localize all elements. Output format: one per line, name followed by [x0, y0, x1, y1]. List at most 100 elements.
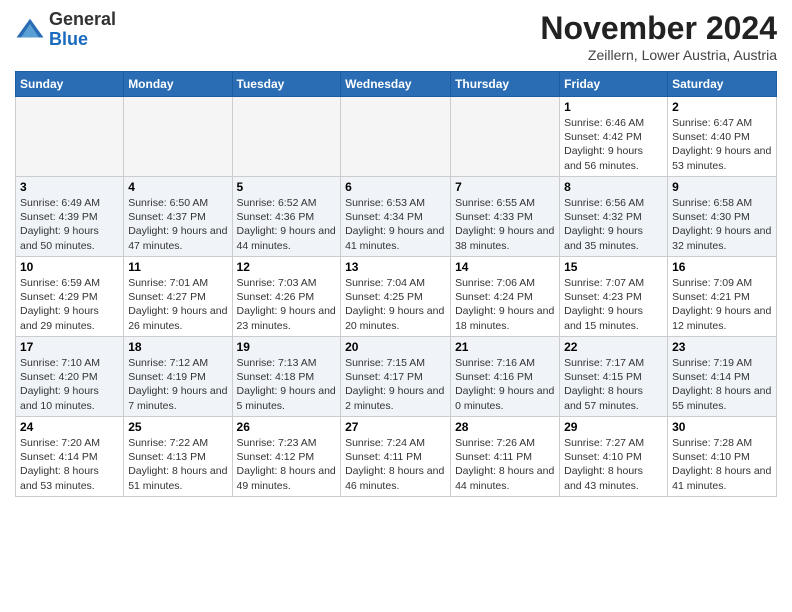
- day-number: 21: [455, 340, 555, 354]
- day-number: 12: [237, 260, 337, 274]
- col-sunday: Sunday: [16, 72, 124, 97]
- day-number: 27: [345, 420, 446, 434]
- calendar-cell: 15 Sunrise: 7:07 AM Sunset: 4:23 PM Dayli…: [560, 257, 668, 337]
- logo-icon: [15, 15, 45, 45]
- day-info: Sunrise: 7:26 AM Sunset: 4:11 PM Dayligh…: [455, 436, 555, 493]
- day-number: 22: [564, 340, 663, 354]
- day-number: 10: [20, 260, 119, 274]
- day-number: 19: [237, 340, 337, 354]
- calendar-cell: 4Sunrise: 6:50 AM Sunset: 4:37 PM Daylig…: [124, 177, 232, 257]
- calendar-cell: 14 Sunrise: 7:06 AM Sunset: 4:24 PM Dayli…: [451, 257, 560, 337]
- day-info: Sunrise: 6:55 AM Sunset: 4:33 PM Dayligh…: [455, 196, 555, 253]
- day-info: Sunrise: 6:58 AM Sunset: 4:30 PM Dayligh…: [672, 196, 772, 253]
- col-friday: Friday: [560, 72, 668, 97]
- calendar-header-row: Sunday Monday Tuesday Wednesday Thursday…: [16, 72, 777, 97]
- day-number: 18: [128, 340, 227, 354]
- day-number: 13: [345, 260, 446, 274]
- title-block: November 2024 Zeillern, Lower Austria, A…: [540, 10, 777, 63]
- calendar-cell: 24Sunrise: 7:20 AM Sunset: 4:14 PM Dayli…: [16, 417, 124, 497]
- day-number: 16: [672, 260, 772, 274]
- calendar-cell: 16 Sunrise: 7:09 AM Sunset: 4:21 PM Dayli…: [668, 257, 777, 337]
- calendar-cell: [16, 97, 124, 177]
- day-info: Sunrise: 7:03 AM Sunset: 4:26 PM Dayligh…: [237, 276, 337, 333]
- day-number: 7: [455, 180, 555, 194]
- day-info: Sunrise: 6:46 AM Sunset: 4:42 PM Dayligh…: [564, 116, 663, 173]
- month-title: November 2024: [540, 10, 777, 47]
- calendar-cell: 11 Sunrise: 7:01 AM Sunset: 4:27 PM Dayli…: [124, 257, 232, 337]
- day-info: Sunrise: 7:24 AM Sunset: 4:11 PM Dayligh…: [345, 436, 446, 493]
- day-info: Sunrise: 7:10 AM Sunset: 4:20 PM Dayligh…: [20, 356, 119, 413]
- day-info: Sunrise: 7:12 AM Sunset: 4:19 PM Dayligh…: [128, 356, 227, 413]
- day-info: Sunrise: 7:22 AM Sunset: 4:13 PM Dayligh…: [128, 436, 227, 493]
- day-info: Sunrise: 7:06 AM Sunset: 4:24 PM Dayligh…: [455, 276, 555, 333]
- week-row-5: 24Sunrise: 7:20 AM Sunset: 4:14 PM Dayli…: [16, 417, 777, 497]
- day-info: Sunrise: 7:19 AM Sunset: 4:14 PM Dayligh…: [672, 356, 772, 413]
- calendar-cell: 12 Sunrise: 7:03 AM Sunset: 4:26 PM Dayli…: [232, 257, 341, 337]
- day-info: Sunrise: 7:23 AM Sunset: 4:12 PM Dayligh…: [237, 436, 337, 493]
- day-info: Sunrise: 6:59 AM Sunset: 4:29 PM Dayligh…: [20, 276, 119, 333]
- day-number: 15: [564, 260, 663, 274]
- calendar-cell: 30Sunrise: 7:28 AM Sunset: 4:10 PM Dayli…: [668, 417, 777, 497]
- calendar-cell: 9Sunrise: 6:58 AM Sunset: 4:30 PM Daylig…: [668, 177, 777, 257]
- day-number: 30: [672, 420, 772, 434]
- calendar-cell: 17Sunrise: 7:10 AM Sunset: 4:20 PM Dayli…: [16, 337, 124, 417]
- calendar-cell: [451, 97, 560, 177]
- day-number: 26: [237, 420, 337, 434]
- day-info: Sunrise: 6:52 AM Sunset: 4:36 PM Dayligh…: [237, 196, 337, 253]
- logo: General Blue: [15, 10, 116, 50]
- calendar-cell: 19 Sunrise: 7:13 AM Sunset: 4:18 PM Dayli…: [232, 337, 341, 417]
- day-info: Sunrise: 6:56 AM Sunset: 4:32 PM Dayligh…: [564, 196, 663, 253]
- calendar-cell: 26 Sunrise: 7:23 AM Sunset: 4:12 PM Dayli…: [232, 417, 341, 497]
- week-row-2: 3 Sunrise: 6:49 AM Sunset: 4:39 PM Daylig…: [16, 177, 777, 257]
- day-number: 29: [564, 420, 663, 434]
- calendar-cell: 13 Sunrise: 7:04 AM Sunset: 4:25 PM Dayli…: [341, 257, 451, 337]
- logo-text: General Blue: [49, 10, 116, 50]
- calendar-cell: 27 Sunrise: 7:24 AM Sunset: 4:11 PM Dayli…: [341, 417, 451, 497]
- calendar-cell: 28Sunrise: 7:26 AM Sunset: 4:11 PM Dayli…: [451, 417, 560, 497]
- day-info: Sunrise: 6:53 AM Sunset: 4:34 PM Dayligh…: [345, 196, 446, 253]
- day-info: Sunrise: 7:04 AM Sunset: 4:25 PM Dayligh…: [345, 276, 446, 333]
- logo-general: General: [49, 9, 116, 29]
- calendar-cell: 22 Sunrise: 7:17 AM Sunset: 4:15 PM Dayli…: [560, 337, 668, 417]
- day-number: 14: [455, 260, 555, 274]
- day-info: Sunrise: 7:09 AM Sunset: 4:21 PM Dayligh…: [672, 276, 772, 333]
- day-number: 3: [20, 180, 119, 194]
- day-info: Sunrise: 7:17 AM Sunset: 4:15 PM Dayligh…: [564, 356, 663, 413]
- day-info: Sunrise: 6:50 AM Sunset: 4:37 PM Dayligh…: [128, 196, 227, 253]
- calendar-cell: 2Sunrise: 6:47 AM Sunset: 4:40 PM Daylig…: [668, 97, 777, 177]
- page-container: General Blue November 2024 Zeillern, Low…: [0, 0, 792, 502]
- calendar-cell: 1Sunrise: 6:46 AM Sunset: 4:42 PM Daylig…: [560, 97, 668, 177]
- calendar-cell: [124, 97, 232, 177]
- day-info: Sunrise: 7:15 AM Sunset: 4:17 PM Dayligh…: [345, 356, 446, 413]
- day-info: Sunrise: 7:27 AM Sunset: 4:10 PM Dayligh…: [564, 436, 663, 493]
- col-tuesday: Tuesday: [232, 72, 341, 97]
- day-number: 5: [237, 180, 337, 194]
- location-subtitle: Zeillern, Lower Austria, Austria: [540, 47, 777, 63]
- calendar-cell: [232, 97, 341, 177]
- day-number: 6: [345, 180, 446, 194]
- day-info: Sunrise: 7:07 AM Sunset: 4:23 PM Dayligh…: [564, 276, 663, 333]
- calendar-cell: 20 Sunrise: 7:15 AM Sunset: 4:17 PM Dayli…: [341, 337, 451, 417]
- day-info: Sunrise: 6:47 AM Sunset: 4:40 PM Dayligh…: [672, 116, 772, 173]
- calendar-cell: 21 Sunrise: 7:16 AM Sunset: 4:16 PM Dayli…: [451, 337, 560, 417]
- day-number: 8: [564, 180, 663, 194]
- calendar-cell: 18 Sunrise: 7:12 AM Sunset: 4:19 PM Dayli…: [124, 337, 232, 417]
- col-thursday: Thursday: [451, 72, 560, 97]
- day-number: 11: [128, 260, 227, 274]
- day-info: Sunrise: 7:13 AM Sunset: 4:18 PM Dayligh…: [237, 356, 337, 413]
- week-row-3: 10 Sunrise: 6:59 AM Sunset: 4:29 PM Dayli…: [16, 257, 777, 337]
- col-saturday: Saturday: [668, 72, 777, 97]
- day-info: Sunrise: 7:16 AM Sunset: 4:16 PM Dayligh…: [455, 356, 555, 413]
- calendar-table: Sunday Monday Tuesday Wednesday Thursday…: [15, 71, 777, 497]
- day-info: Sunrise: 6:49 AM Sunset: 4:39 PM Dayligh…: [20, 196, 119, 253]
- day-number: 25: [128, 420, 227, 434]
- calendar-cell: 29 Sunrise: 7:27 AM Sunset: 4:10 PM Dayli…: [560, 417, 668, 497]
- calendar-cell: 10 Sunrise: 6:59 AM Sunset: 4:29 PM Dayli…: [16, 257, 124, 337]
- calendar-cell: 23Sunrise: 7:19 AM Sunset: 4:14 PM Dayli…: [668, 337, 777, 417]
- day-info: Sunrise: 7:01 AM Sunset: 4:27 PM Dayligh…: [128, 276, 227, 333]
- week-row-4: 17Sunrise: 7:10 AM Sunset: 4:20 PM Dayli…: [16, 337, 777, 417]
- logo-blue: Blue: [49, 29, 88, 49]
- day-info: Sunrise: 7:20 AM Sunset: 4:14 PM Dayligh…: [20, 436, 119, 493]
- day-number: 20: [345, 340, 446, 354]
- calendar-cell: 7 Sunrise: 6:55 AM Sunset: 4:33 PM Daylig…: [451, 177, 560, 257]
